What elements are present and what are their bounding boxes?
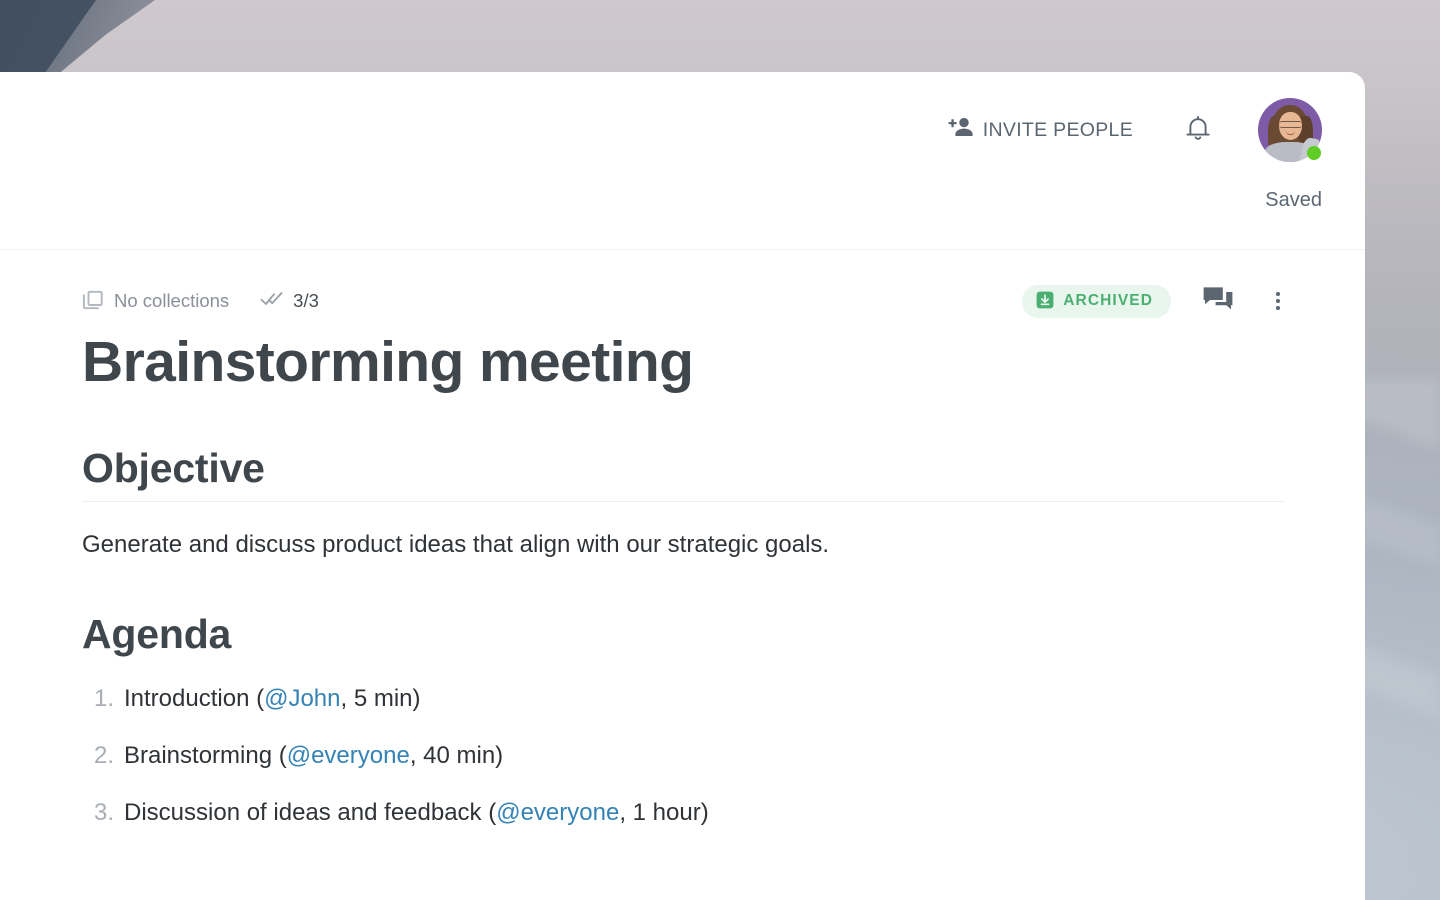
page-title[interactable]: Brainstorming meeting (82, 330, 1285, 396)
list-item-text-before: Brainstorming ( (124, 741, 287, 769)
document-body: No collections 3/3 ARCHIVED Brainstormin… (0, 250, 1365, 829)
person-add-icon (948, 116, 974, 144)
document-meta-row: No collections 3/3 ARCHIVED (82, 284, 1285, 318)
collections-button[interactable]: No collections (82, 289, 229, 314)
app-window: INVITE PEOPLE Saved No collections 3/3 A… (0, 72, 1365, 900)
status-badge-label: ARCHIVED (1063, 292, 1153, 309)
list-item-text-after: , 1 hour) (619, 798, 709, 826)
save-status: Saved (1265, 189, 1322, 211)
mention-link[interactable]: @everyone (496, 799, 619, 826)
list-item-text-before: Introduction ( (124, 685, 265, 713)
list-item-text-after: , 40 min) (409, 741, 504, 769)
list-item: Discussion of ideas and feedback (@every… (82, 796, 1285, 830)
collections-icon (82, 289, 104, 314)
online-status-dot (1307, 146, 1321, 160)
archive-box-icon (1036, 291, 1054, 312)
comments-button[interactable] (1201, 284, 1235, 318)
list-item-text-before: Discussion of ideas and feedback ( (124, 798, 497, 826)
comments-icon (1202, 285, 1234, 318)
section-heading-agenda: Agenda (82, 611, 232, 658)
bell-icon (1184, 114, 1212, 147)
list-item: Brainstorming (@everyone, 40 min) (82, 739, 1285, 773)
mention-link[interactable]: @everyone (287, 742, 410, 769)
avatar-glasses (1279, 121, 1302, 128)
tasks-progress[interactable]: 3/3 (260, 290, 319, 313)
more-options-button[interactable] (1265, 284, 1291, 318)
list-item: Introduction (@John, 5 min) (82, 682, 1285, 716)
more-vertical-icon (1275, 289, 1281, 313)
header-actions: INVITE PEOPLE (946, 98, 1322, 162)
list-item-text-after: , 5 min) (340, 685, 421, 713)
section-paragraph-objective: Generate and discuss product ideas that … (82, 530, 830, 558)
double-check-icon (260, 290, 284, 313)
invite-people-button[interactable]: INVITE PEOPLE (946, 110, 1135, 150)
document-meta-left: No collections 3/3 (82, 289, 319, 314)
tasks-count: 3/3 (293, 290, 319, 311)
invite-people-label: INVITE PEOPLE (982, 118, 1133, 141)
avatar[interactable] (1258, 98, 1322, 162)
app-header: INVITE PEOPLE Saved (0, 72, 1365, 250)
status-badge[interactable]: ARCHIVED (1022, 284, 1171, 318)
section-heading-objective: Objective (82, 445, 1285, 502)
agenda-list: Introduction (@John, 5 min) Brainstormin… (82, 682, 1285, 829)
notifications-button[interactable] (1179, 110, 1217, 150)
document-meta-right: ARCHIVED (1022, 284, 1291, 318)
collections-label: No collections (114, 290, 230, 311)
mention-link[interactable]: @John (264, 685, 340, 712)
